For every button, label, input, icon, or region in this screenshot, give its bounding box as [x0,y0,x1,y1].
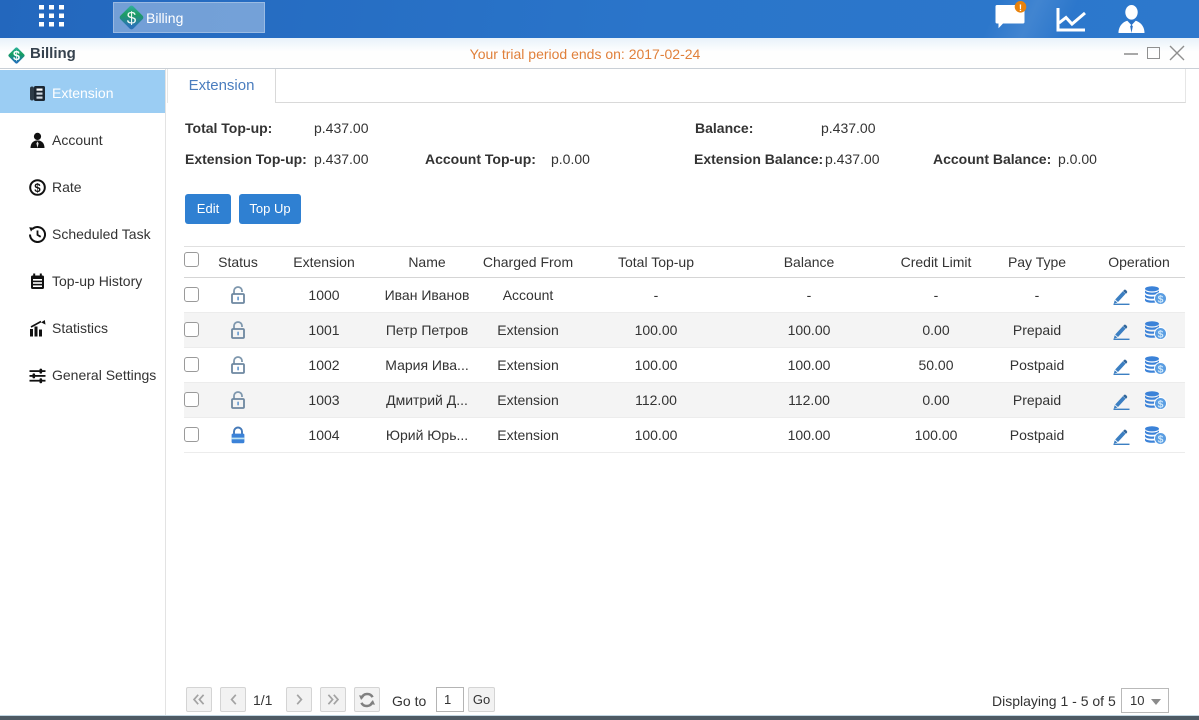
svg-text:$: $ [1157,329,1163,341]
svg-text:$: $ [1157,399,1163,411]
svg-text:!: ! [1019,3,1022,14]
svg-text:$: $ [1157,294,1163,306]
svg-text:$: $ [34,183,41,195]
svg-text:$: $ [127,9,137,28]
svg-text:$: $ [1157,434,1163,446]
svg-text:$: $ [1157,364,1163,376]
